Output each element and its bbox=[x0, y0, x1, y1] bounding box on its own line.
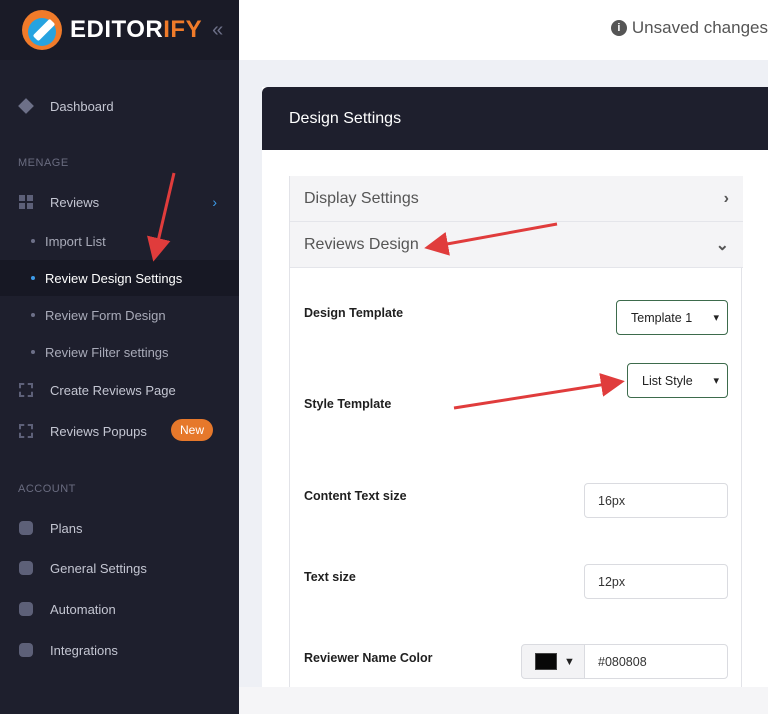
bottom-strip bbox=[239, 687, 768, 714]
sidebar-item-integrations[interactable]: Integrations bbox=[0, 638, 239, 662]
toggle-icon bbox=[19, 643, 33, 657]
color-swatch bbox=[535, 653, 557, 670]
chevron-down-icon: ▾ bbox=[713, 312, 719, 324]
logo-bar: EDITORIFY « bbox=[0, 0, 239, 60]
accordion-reviews-design[interactable]: Reviews Design ⌄ bbox=[290, 222, 743, 268]
design-template-label: Design Template bbox=[304, 306, 404, 320]
chevron-down-icon: ▾ bbox=[713, 375, 719, 387]
section-label-manage: MENAGE bbox=[18, 157, 69, 169]
dashboard-icon bbox=[18, 98, 34, 114]
sidebar-item-dashboard[interactable]: Dashboard bbox=[0, 94, 239, 118]
logo-icon bbox=[22, 10, 62, 50]
new-badge: New bbox=[171, 419, 214, 441]
unsaved-changes-indicator: i Unsaved changes bbox=[610, 18, 768, 38]
design-template-select[interactable]: Template 1 ▾ bbox=[616, 300, 728, 335]
content-text-size-label: Content Text size bbox=[304, 489, 407, 503]
reviewer-name-color-label: Reviewer Name Color bbox=[304, 651, 433, 665]
caret-down-icon: ▼ bbox=[564, 655, 575, 668]
page-icon bbox=[19, 383, 33, 397]
logo-text: EDITORIFY bbox=[70, 16, 203, 43]
style-template-label: Style Template bbox=[304, 397, 392, 411]
sidebar-item-create-reviews-page[interactable]: Create Reviews Page bbox=[0, 378, 239, 402]
text-size-label: Text size bbox=[304, 570, 356, 584]
chevron-right-icon: › bbox=[212, 194, 217, 210]
chevron-down-icon: ⌄ bbox=[715, 236, 729, 254]
sidebar-item-automation[interactable]: Automation bbox=[0, 597, 239, 621]
settings-panel: Display Settings › Reviews Design ⌄ Desi… bbox=[289, 176, 743, 687]
reviewer-name-color-picker[interactable]: ▼ bbox=[521, 644, 585, 679]
top-bar: i Unsaved changes bbox=[239, 0, 768, 60]
popup-icon bbox=[19, 424, 33, 438]
sidebar-item-general-settings[interactable]: General Settings bbox=[0, 556, 239, 580]
reviewer-name-color-input[interactable]: #080808 bbox=[584, 644, 728, 679]
style-template-select[interactable]: List Style ▾ bbox=[627, 363, 728, 398]
sidebar-subitem-import-list[interactable]: Import List bbox=[0, 223, 239, 259]
reviews-icon bbox=[19, 195, 33, 209]
sidebar-subitem-review-form-design[interactable]: Review Form Design bbox=[0, 297, 239, 333]
chevron-right-icon: › bbox=[723, 189, 729, 207]
accordion-display-settings[interactable]: Display Settings › bbox=[290, 176, 743, 222]
sidebar-item-plans[interactable]: Plans bbox=[0, 516, 239, 540]
toggle-icon bbox=[19, 602, 33, 616]
sidebar: EDITORIFY « Dashboard MENAGE Reviews › I… bbox=[0, 0, 239, 714]
section-label-account: ACCOUNT bbox=[18, 483, 76, 495]
toggle-icon bbox=[19, 561, 33, 575]
text-size-input[interactable]: 12px bbox=[584, 564, 728, 599]
collapse-sidebar-icon[interactable]: « bbox=[212, 19, 223, 42]
sidebar-item-reviews-popups[interactable]: Reviews Popups New bbox=[0, 419, 239, 443]
info-icon: i bbox=[610, 20, 627, 36]
toggle-icon bbox=[19, 521, 33, 535]
sidebar-item-reviews[interactable]: Reviews › bbox=[0, 190, 239, 214]
card-title: Design Settings bbox=[262, 87, 768, 150]
sidebar-subitem-review-filter-settings[interactable]: Review Filter settings bbox=[0, 334, 239, 370]
sidebar-subitem-review-design-settings[interactable]: Review Design Settings bbox=[0, 260, 239, 296]
content-text-size-input[interactable]: 16px bbox=[584, 483, 728, 518]
